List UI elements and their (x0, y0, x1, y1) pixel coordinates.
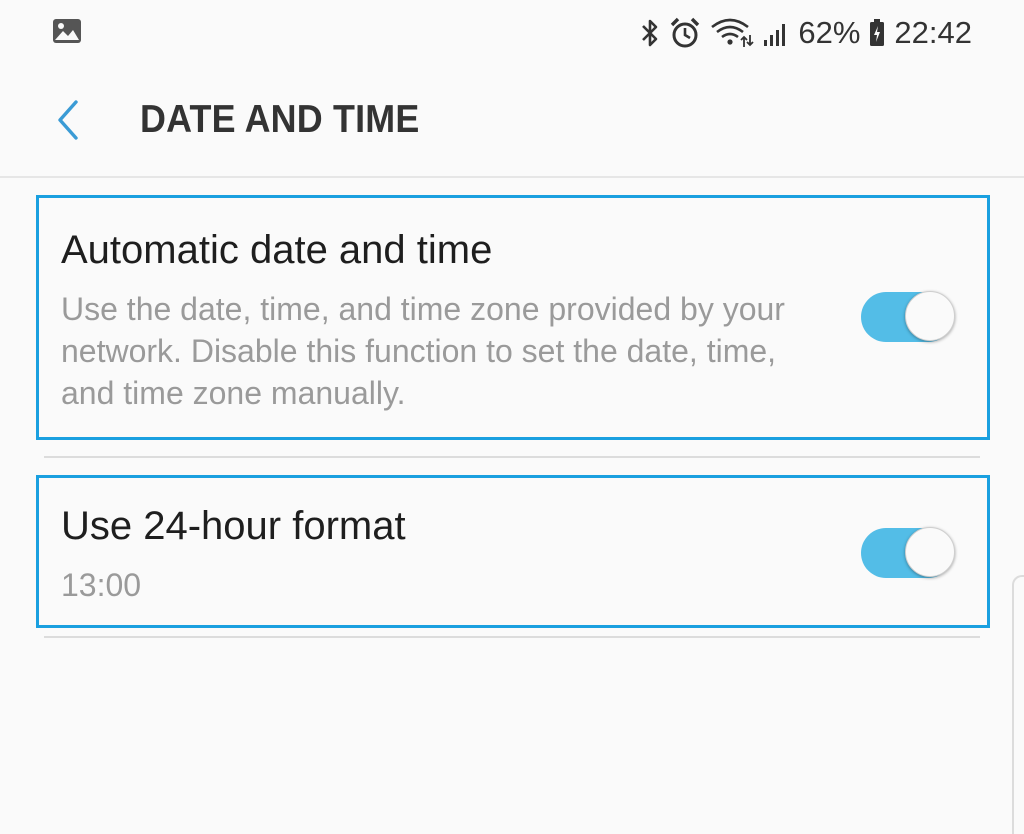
setting-description: 13:00 (61, 567, 142, 603)
gallery-icon (52, 18, 82, 44)
status-time: 22:42 (894, 15, 972, 50)
toggle-knob (905, 291, 955, 341)
app-bar: DATE AND TIME (0, 68, 1024, 178)
list-divider (44, 456, 980, 458)
battery-charging-icon (868, 18, 886, 48)
toggle-knob (905, 527, 955, 577)
scroll-edge-indicator (1012, 575, 1024, 834)
chevron-left-icon (54, 98, 82, 147)
list-divider (44, 636, 980, 638)
back-button[interactable] (40, 94, 96, 150)
setting-title: Automatic date and time (61, 228, 493, 272)
setting-24-hour-format[interactable]: Use 24-hour format 13:00 (36, 475, 990, 628)
setting-title: Use 24-hour format (61, 504, 406, 548)
header-divider (0, 176, 1024, 178)
setting-automatic-date-time[interactable]: Automatic date and time Use the date, ti… (36, 195, 990, 440)
battery-percent: 62% (798, 15, 861, 50)
bluetooth-icon (640, 17, 660, 49)
status-bar: 62% 22:42 (0, 0, 1024, 68)
wifi-icon (710, 17, 755, 49)
signal-icon (762, 18, 790, 48)
alarm-icon (668, 16, 702, 50)
screen: 62% 22:42 DATE AND TIME Automatic date a (0, 0, 1024, 834)
automatic-date-time-toggle[interactable] (861, 291, 955, 342)
setting-description: Use the date, time, and time zone provid… (61, 291, 785, 411)
status-icons: 62% 22:42 (640, 10, 972, 56)
24-hour-format-toggle[interactable] (861, 527, 955, 578)
page-title: DATE AND TIME (140, 98, 420, 141)
